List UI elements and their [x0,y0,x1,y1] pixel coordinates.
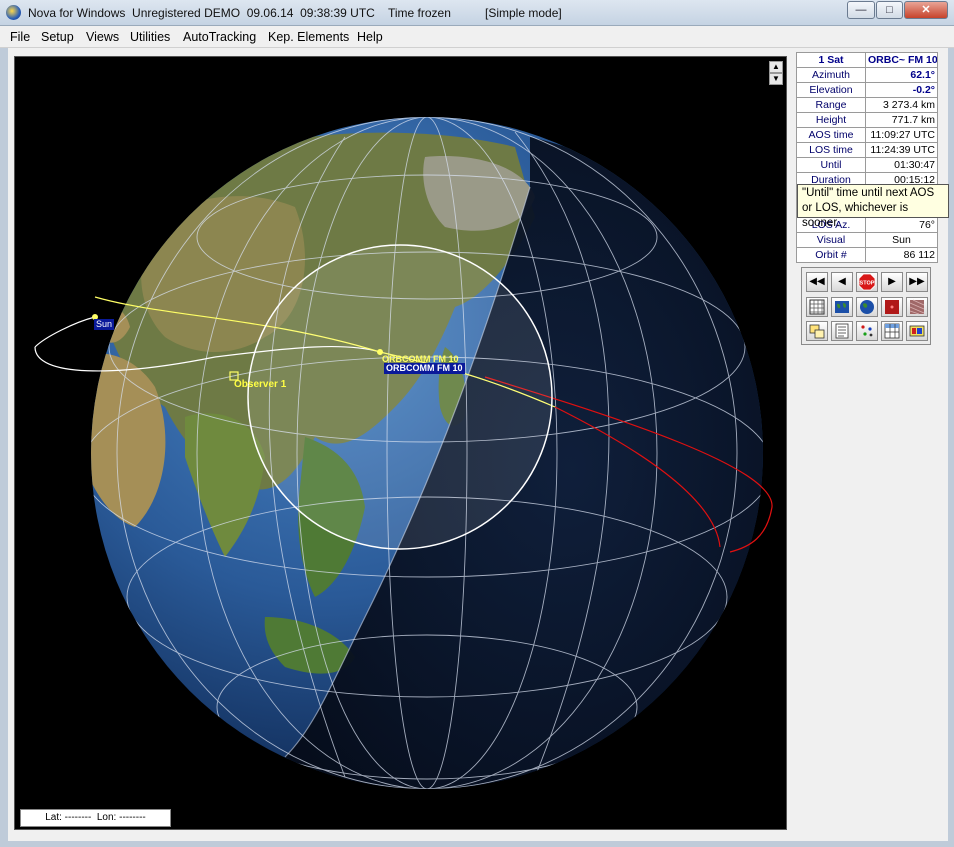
svg-text:STOP: STOP [860,281,875,287]
maximize-icon: □ [886,4,893,16]
menu-file[interactable]: File [10,30,30,44]
mode-indicator: [Simple mode] [485,6,562,20]
row-value-until: 01:30:47 [865,157,938,173]
close-button[interactable]: ✕ [904,1,948,19]
windows-icon [809,324,825,339]
control-toolbar: ◀◀ ◀ STOP ▶ ▶▶ [801,267,931,345]
row-label-visual: Visual [796,232,866,248]
app-globe-icon[interactable] [6,5,21,20]
globe-icon [860,300,874,314]
row-value-azimuth: 62.1° [865,67,938,83]
flat-map-button[interactable] [831,297,853,317]
rewind-icon: ◀◀ [809,276,825,287]
sat-name-header[interactable]: ORBC~ FM 10 [865,52,938,68]
fast-forward-button[interactable]: ▶▶ [906,272,928,292]
step-forward-button[interactable]: ▶ [881,272,903,292]
windows-button[interactable] [806,321,828,341]
sat-count-header[interactable]: 1 Sat [796,52,866,68]
row-value-aos-time: 11:09:27 UTC [865,127,938,143]
row-label-elevation: Elevation [796,82,866,98]
minimize-icon: — [855,4,867,16]
noise-icon [909,299,925,315]
table-icon [884,323,900,339]
menu-kep-elements[interactable]: Kep. Elements [268,30,349,44]
maximize-button[interactable]: □ [876,1,903,19]
until-tooltip: "Until" time until next AOS or LOS, whic… [797,184,949,229]
step-back-icon: ◀ [838,276,846,287]
row-value-elevation: -0.2° [865,82,938,98]
row-value-height: 771.7 km [865,112,938,128]
orbit-track-back-left [34,316,96,348]
row-value-orbit: 86 112 [865,247,938,263]
rewind-button[interactable]: ◀◀ [806,272,828,292]
step-back-button[interactable]: ◀ [831,272,853,292]
minimize-button[interactable]: — [847,1,875,19]
globe-svg [34,117,773,789]
menu-utilities[interactable]: Utilities [130,30,170,44]
palette-button[interactable] [906,321,928,341]
arrow-up-icon: ▲ [772,62,780,71]
step-forward-icon: ▶ [888,276,896,287]
list-button[interactable] [831,321,853,341]
scroll-up-button[interactable]: ▲ [769,61,783,73]
row-label-range: Range [796,97,866,113]
observer-label: Observer 1 [234,379,287,390]
tooltip-line-1: "Until" time until next AOS [802,187,935,199]
time-status: Time frozen [388,6,451,20]
menu-bar: File Setup Views Utilities AutoTracking … [0,26,954,48]
palette-icon [909,325,925,337]
scroll-down-button[interactable]: ▼ [769,73,783,85]
grid-view-button[interactable] [806,297,828,317]
satellite-label-selected[interactable]: ORBCOMM FM 10 [384,363,465,374]
menu-setup[interactable]: Setup [41,30,74,44]
satellites-icon [861,325,873,337]
window-title: Nova for Windows Unregistered DEMO 09.06… [28,6,375,20]
list-icon [835,323,849,339]
satellite-info-table: 1 Sat ORBC~ FM 10 Azimuth 62.1° Elevation… [796,52,938,263]
row-label-height: Height [796,112,866,128]
arrow-down-icon: ▼ [772,74,780,83]
menu-autotracking[interactable]: AutoTracking [183,30,256,44]
row-value-range: 3 273.4 km [865,97,938,113]
flat-map-icon [835,301,849,313]
grid-view-icon [809,299,825,315]
row-value-los-time: 11:24:39 UTC [865,142,938,158]
row-label-until: Until [796,157,866,173]
row-label-azimuth: Azimuth [796,67,866,83]
table-button[interactable] [881,321,903,341]
menu-views[interactable]: Views [86,30,119,44]
row-label-aos-time: AOS time [796,127,866,143]
coverage-footprint [247,244,553,550]
globe-button[interactable] [856,297,878,317]
menu-help[interactable]: Help [357,30,383,44]
noise-view-button[interactable] [906,297,928,317]
tooltip-line-2: or LOS, whichever is sooner. [802,202,909,229]
row-value-visual: Sun [865,232,938,248]
radar-button[interactable] [881,297,903,317]
row-label-orbit: Orbit # [796,247,866,263]
sun-label: Sun [94,319,115,330]
fast-forward-icon: ▶▶ [909,276,925,287]
row-label-los-time: LOS time [796,142,866,158]
close-icon: ✕ [921,4,931,16]
globe-map-view[interactable]: Sun ORBCOMM FM 10 ORBCOMM FM 10 Observer… [14,56,787,830]
stop-icon: STOP [858,273,876,291]
radar-icon [885,300,899,314]
lat-lon-status: Lat: -------- Lon: -------- [20,809,171,827]
stop-button[interactable]: STOP [856,272,878,292]
title-bar: Nova for Windows Unregistered DEMO 09.06… [0,0,954,26]
satellites-button[interactable] [856,321,878,341]
